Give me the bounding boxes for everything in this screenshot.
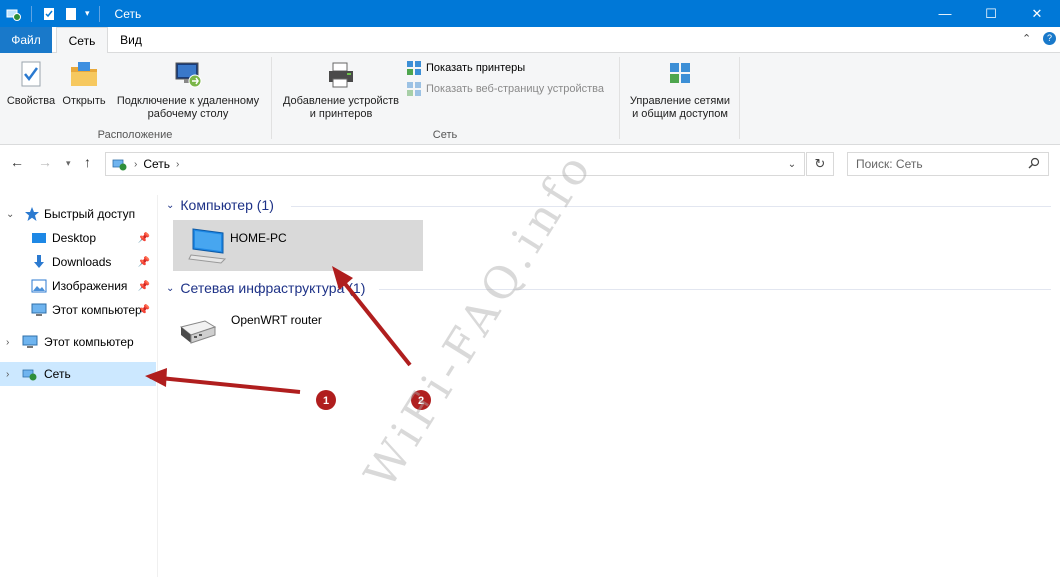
nav-desktop[interactable]: Desktop 📌 [0, 226, 156, 250]
window-title: Сеть [114, 6, 142, 21]
group-label-location: Расположение [97, 129, 173, 141]
computer-icon [31, 303, 47, 316]
group-label-network: Сеть [432, 129, 458, 141]
group-separator [739, 57, 740, 139]
computer-icon [188, 228, 227, 264]
search-input[interactable]: Поиск: Сеть [847, 152, 1049, 176]
recent-locations-chevron-icon[interactable]: ▾ [66, 158, 71, 169]
desktop-icon [32, 233, 46, 243]
address-dropdown-icon[interactable]: ⌄ [780, 153, 804, 175]
address-row: ← → ▾ ↑ › Сеть › ⌄ ↻ Поиск: Сеть [0, 145, 1060, 183]
network-sharing-icon [670, 63, 690, 83]
remote-desktop-icon [175, 62, 202, 88]
network-icon [112, 159, 127, 171]
add-devices-button[interactable]: Добавление устройств и принтеров [276, 59, 406, 121]
nav-quick-access[interactable]: ⌄ Быстрый доступ [0, 202, 156, 226]
ribbon-group-manage: Управление сетями и общим доступом [620, 53, 738, 145]
minimize-button[interactable]: — [922, 0, 968, 27]
new-folder-qat-icon[interactable] [63, 6, 79, 22]
ribbon-group-location: Свойства Открыть Подключение к удаленном… [0, 53, 270, 145]
qat-separator [31, 5, 32, 22]
breadcrumb-chevron-icon[interactable]: › [134, 159, 137, 170]
remote-desktop-button[interactable]: Подключение к удаленному рабочему столу [110, 59, 266, 121]
printer-icon [329, 62, 353, 88]
maximize-button[interactable]: ☐ [968, 0, 1014, 27]
qat-customize-icon[interactable]: ▾ [85, 8, 90, 19]
show-device-webpage-button[interactable]: Показать веб-страницу устройства [406, 81, 604, 97]
collapse-chevron-icon[interactable]: ⌄ [166, 283, 174, 294]
folder-icon [71, 62, 97, 86]
forward-arrow-icon[interactable]: → [38, 154, 52, 170]
tab-view[interactable]: Вид [110, 27, 152, 53]
collapse-ribbon-icon[interactable]: ⌃ [1022, 32, 1031, 45]
navigation-pane: ⌄ Быстрый доступ Desktop 📌 Downloads 📌 И… [0, 195, 158, 577]
expanded-chevron-icon[interactable]: ⌄ [6, 209, 14, 220]
title-bar: ▾ Сеть — ☐ ✕ [0, 0, 1060, 27]
address-bar[interactable]: › Сеть › ⌄ [105, 152, 805, 176]
help-icon[interactable]: ? [1043, 32, 1056, 45]
file-item-home-pc[interactable]: HOME-PC [173, 220, 423, 271]
collapsed-chevron-icon[interactable]: › [6, 337, 9, 348]
computer-icon [22, 335, 38, 348]
router-icon [179, 320, 217, 344]
content-area: ⌄ Компьютер (1) HOME-PC ⌄ Сетевая инфрас… [160, 195, 1060, 577]
pictures-icon [31, 279, 47, 293]
pin-icon[interactable]: 📌 [138, 233, 150, 244]
refresh-icon: ↻ [814, 156, 826, 171]
star-icon [25, 207, 39, 221]
open-button[interactable]: Открыть [58, 59, 110, 108]
search-icon [1028, 157, 1040, 169]
collapsed-chevron-icon[interactable]: › [6, 369, 9, 380]
up-arrow-icon[interactable]: ↑ [84, 154, 91, 170]
refresh-button[interactable]: ↻ [806, 152, 834, 176]
qat-separator [98, 5, 100, 22]
breadcrumb-chevron-icon[interactable]: › [176, 159, 179, 170]
network-icon [6, 9, 21, 21]
ribbon: Свойства Открыть Подключение к удаленном… [0, 53, 1060, 145]
download-icon [34, 255, 44, 268]
nav-network[interactable]: › Сеть [0, 362, 156, 386]
pin-icon[interactable]: 📌 [138, 257, 150, 268]
window-controls: — ☐ ✕ [922, 0, 1060, 27]
tab-network[interactable]: Сеть [56, 27, 108, 54]
nav-pictures[interactable]: Изображения 📌 [0, 274, 156, 298]
close-button[interactable]: ✕ [1014, 0, 1060, 27]
file-item-router[interactable]: OpenWRT router [173, 305, 423, 351]
collapse-chevron-icon[interactable]: ⌄ [166, 200, 174, 211]
group-header-infrastructure[interactable]: ⌄ Сетевая инфраструктура (1) [166, 280, 1051, 296]
ribbon-group-network: Добавление устройств и принтеров Показат… [272, 53, 618, 145]
nav-this-pc-quick[interactable]: Этот компьютер 📌 [0, 298, 156, 322]
group-header-computers[interactable]: ⌄ Компьютер (1) [166, 197, 1051, 213]
properties-icon [21, 61, 41, 87]
properties-button[interactable]: Свойства [4, 59, 58, 108]
nav-downloads[interactable]: Downloads 📌 [0, 250, 156, 274]
ribbon-tabs: Файл Сеть Вид ⌃ ? [0, 27, 1060, 54]
back-arrow-icon[interactable]: ← [10, 154, 24, 170]
quick-access-toolbar: ▾ [0, 0, 103, 27]
network-icon [22, 369, 37, 381]
webpage-icon [407, 82, 421, 96]
properties-qat-icon[interactable] [41, 6, 57, 22]
group-divider [291, 206, 1051, 207]
network-sharing-center-button[interactable]: Управление сетями и общим доступом [622, 59, 738, 121]
breadcrumb-network[interactable]: Сеть [143, 157, 170, 171]
tab-file[interactable]: Файл [0, 27, 52, 53]
printers-view-icon [407, 61, 421, 75]
pin-icon[interactable]: 📌 [138, 281, 150, 292]
pin-icon[interactable]: 📌 [138, 305, 150, 316]
show-printers-button[interactable]: Показать принтеры [406, 60, 525, 76]
nav-this-pc[interactable]: › Этот компьютер [0, 330, 156, 354]
